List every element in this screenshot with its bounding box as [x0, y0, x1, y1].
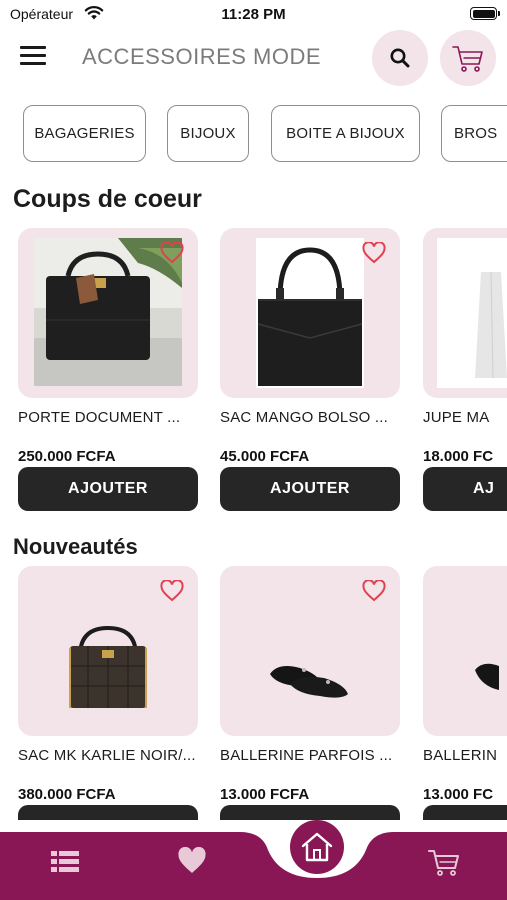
- category-chip-boite-a-bijoux[interactable]: BOITE A BIJOUX: [271, 105, 420, 162]
- product-name: JUPE MA: [423, 409, 490, 426]
- product-price: 18.000 FC: [423, 448, 494, 465]
- add-to-cart-button[interactable]: AJOUTER: [18, 805, 198, 820]
- product-name: SAC MK KARLIE NOIR/...: [18, 747, 196, 764]
- heart-icon[interactable]: [362, 580, 386, 602]
- favorites-row: PORTE DOCUMENT ... 250.000 FCFA AJOUTER …: [0, 228, 507, 528]
- product-price: 45.000 FCFA: [220, 448, 310, 465]
- category-chip-bijoux[interactable]: BIJOUX: [167, 105, 249, 162]
- shopping-cart-icon: [428, 850, 459, 876]
- category-chip-bros[interactable]: BROS: [441, 105, 507, 162]
- product-price: 13.000 FCFA: [220, 786, 310, 803]
- nav-cart[interactable]: [425, 846, 463, 878]
- bottom-navigation: [0, 820, 507, 900]
- app-header: ACCESSOIRES MODE: [0, 28, 507, 88]
- list-icon: [51, 851, 79, 872]
- product-name: BALLERINE PARFOIS ...: [220, 747, 393, 764]
- ballerina-shoe-photo: [475, 663, 499, 690]
- product-image-sac-mk-karlie[interactable]: [18, 566, 198, 736]
- product-name: SAC MANGO BOLSO ...: [220, 409, 389, 426]
- heart-icon[interactable]: [362, 242, 386, 264]
- page-title: ACCESSOIRES MODE: [82, 44, 322, 69]
- battery-icon: [470, 7, 500, 20]
- product-name: PORTE DOCUMENT ...: [18, 409, 181, 426]
- nav-favorites[interactable]: [175, 846, 209, 876]
- product-image-jupe[interactable]: [423, 228, 507, 398]
- cart-button[interactable]: [440, 30, 496, 86]
- clock: 11:28 PM: [221, 6, 286, 23]
- skirt-photo: [437, 238, 507, 388]
- section-title-favorites: Coups de coeur: [13, 185, 202, 213]
- add-to-cart-button[interactable]: AJ: [423, 467, 507, 511]
- category-chip-bagageries[interactable]: BAGAGERIES: [23, 105, 146, 162]
- section-title-new: Nouveautés: [13, 534, 138, 559]
- heart-icon[interactable]: [160, 580, 184, 602]
- new-row: SAC MK KARLIE NOIR/... 380.000 FCFA AJOU…: [0, 566, 507, 820]
- product-price: 250.000 FCFA: [18, 448, 116, 465]
- product-image-ballerine[interactable]: [423, 566, 507, 736]
- heart-icon[interactable]: [160, 242, 184, 264]
- shopping-cart-icon: [452, 46, 483, 72]
- nav-home[interactable]: [290, 820, 344, 874]
- product-image-porte-document[interactable]: [18, 228, 198, 398]
- search-icon: [390, 48, 410, 68]
- home-icon: [301, 832, 333, 862]
- category-chips: BAGAGERIES BIJOUX BOITE A BIJOUX BROS: [0, 104, 507, 164]
- add-to-cart-button[interactable]: AJOUTER: [220, 467, 400, 511]
- nav-catalog[interactable]: [48, 848, 82, 874]
- heart-icon: [178, 847, 206, 873]
- product-image-ballerine-parfois[interactable]: [220, 566, 400, 736]
- product-price: 13.000 FC: [423, 786, 494, 803]
- add-to-cart-button[interactable]: AJOUTER: [220, 805, 400, 820]
- product-image-sac-mango[interactable]: [220, 228, 400, 398]
- search-button[interactable]: [372, 30, 428, 86]
- product-price: 380.000 FCFA: [18, 786, 116, 803]
- hamburger-menu-icon[interactable]: [20, 46, 46, 68]
- status-bar: Opérateur 11:28 PM: [0, 0, 507, 28]
- product-name: BALLERIN: [423, 747, 498, 764]
- add-to-cart-button[interactable]: AJ: [423, 805, 507, 820]
- add-to-cart-button[interactable]: AJOUTER: [18, 467, 198, 511]
